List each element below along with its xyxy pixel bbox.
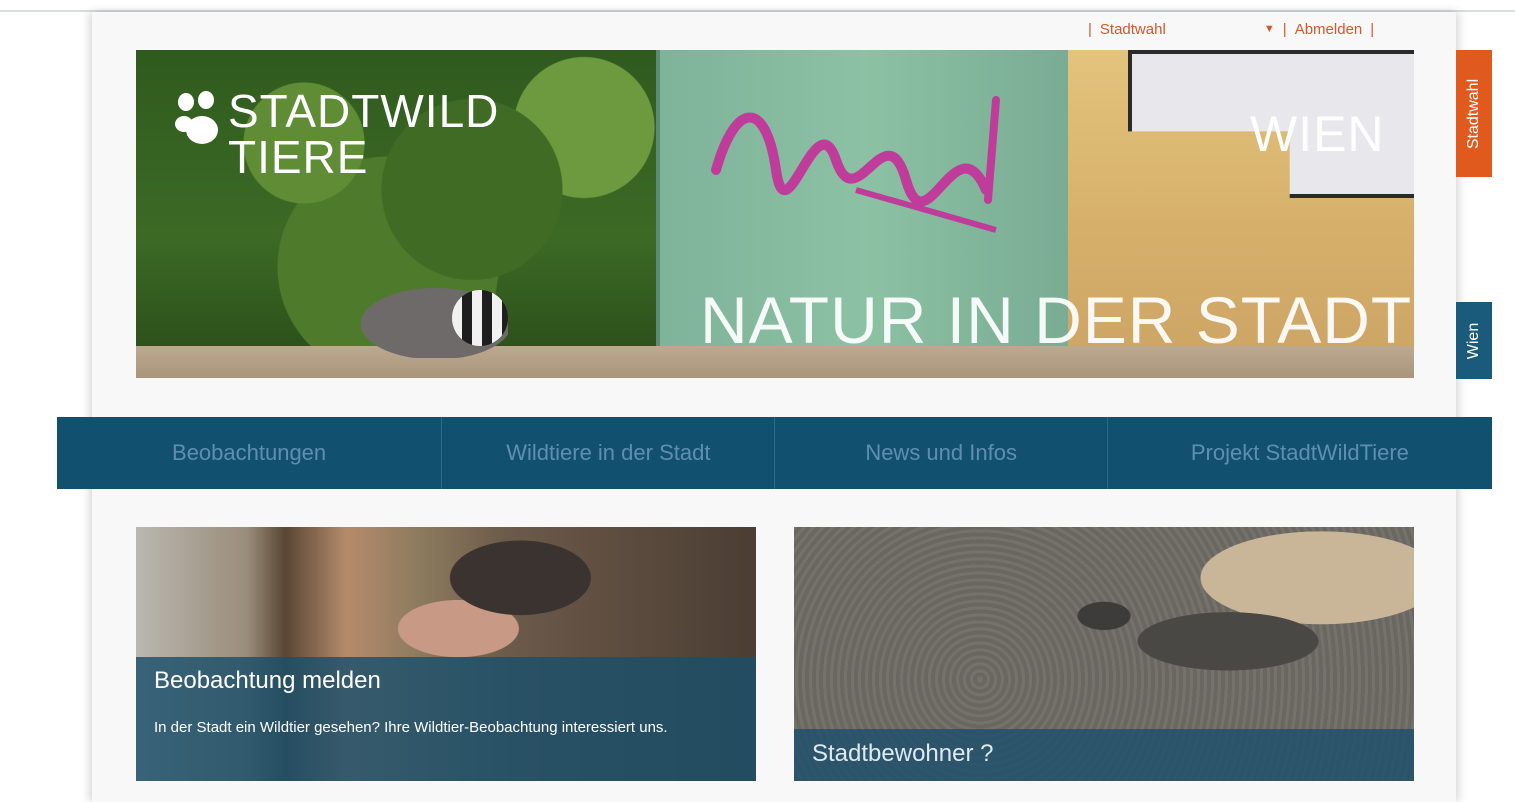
nav-item-projekt[interactable]: Projekt StadtWildTiere	[1108, 417, 1492, 489]
card-title: Beobachtung melden	[154, 667, 381, 694]
nav-item-news[interactable]: News und Infos	[775, 417, 1108, 489]
hero-slogan: NATUR IN DER STADT	[700, 283, 1413, 357]
card-report-observation[interactable]: Beobachtung melden In der Stadt ein Wild…	[136, 527, 756, 781]
brand-line-2: TIERE	[228, 131, 369, 183]
current-city-side-tab[interactable]: Wien	[1456, 302, 1492, 379]
paw-print-icon	[175, 91, 218, 144]
city-select-link[interactable]: Stadtwahl	[1100, 21, 1260, 38]
site-logo[interactable]: STADTWILD TIERE	[172, 88, 499, 180]
city-select-side-tab-label: Stadtwahl	[1465, 78, 1483, 149]
city-select-side-tab[interactable]: Stadtwahl	[1456, 50, 1492, 177]
main-navigation: Beobachtungen Wildtiere in der Stadt New…	[57, 417, 1492, 489]
brand-line-1: STADTWILD	[228, 85, 500, 137]
nav-item-beobachtungen[interactable]: Beobachtungen	[57, 417, 443, 489]
caret-down-icon[interactable]: ▼	[1264, 23, 1275, 35]
badger-image	[348, 282, 508, 358]
hero-city-title: WIEN	[1250, 106, 1385, 162]
city-select-label: Stadtwahl	[1099, 20, 1166, 38]
current-city-side-tab-label: Wien	[1465, 322, 1483, 359]
brand-name: STADTWILD TIERE	[228, 88, 499, 180]
nav-item-wildtiere[interactable]: Wildtiere in der Stadt	[442, 417, 776, 489]
separator: |	[1088, 20, 1092, 38]
graffiti-art	[711, 96, 1000, 233]
separator: |	[1282, 20, 1287, 38]
top-utility-nav: | Stadtwahl ▼ | Abmelden |	[1080, 18, 1425, 40]
card-title: Stadtbewohner ?	[812, 740, 994, 767]
card-description: In der Stadt ein Wildtier gesehen? Ihre …	[154, 719, 668, 736]
logout-link[interactable]: Abmelden	[1295, 21, 1363, 38]
separator: |	[1370, 20, 1375, 38]
card-city-residents[interactable]: Stadtbewohner ?	[794, 527, 1414, 781]
badger-head	[452, 290, 508, 346]
